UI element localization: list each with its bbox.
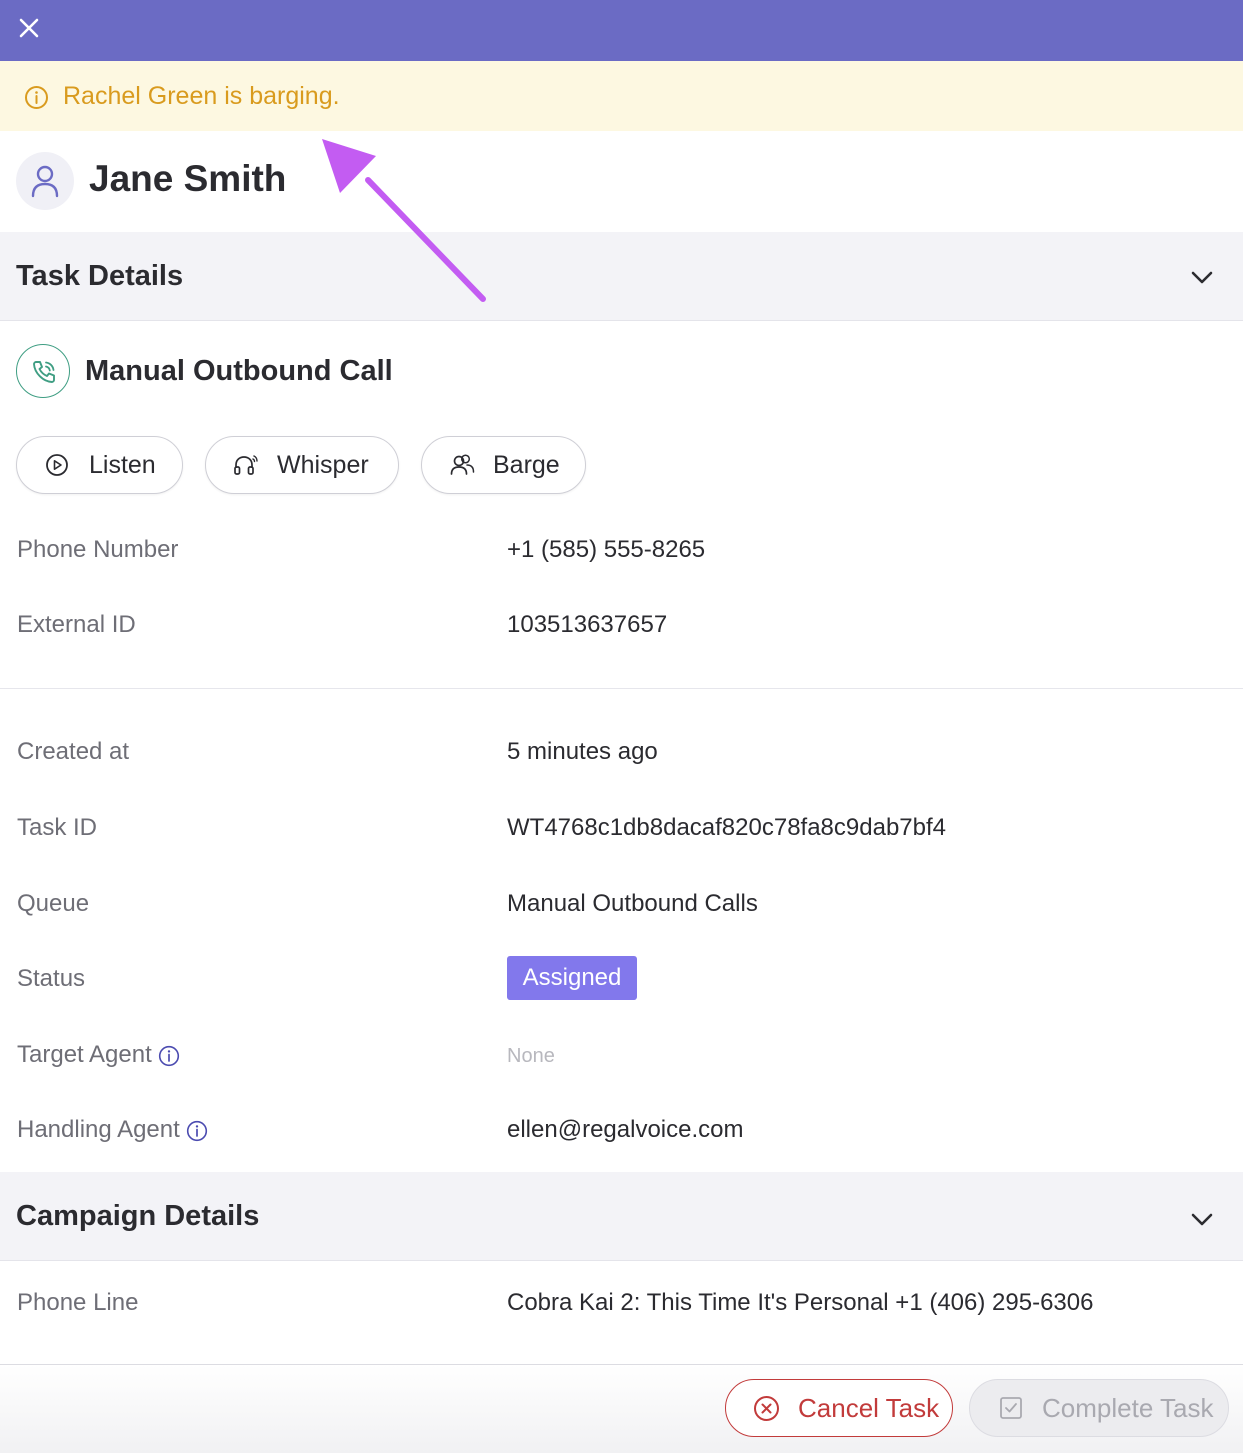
task-id-value: WT4768c1db8dacaf820c78fa8c9dab7bf4 — [507, 814, 947, 841]
banner-message: Rachel Green is barging. — [63, 82, 340, 110]
external-id-value: 103513637657 — [507, 611, 668, 638]
users-icon — [450, 454, 475, 475]
phone-call-icon — [33, 361, 55, 383]
target-agent-row-label: Target Agent — [17, 1041, 180, 1069]
divider — [0, 688, 1243, 689]
barge-button[interactable]: Barge — [421, 436, 586, 494]
cancel-task-label: Cancel Task — [798, 1393, 940, 1423]
info-circle-icon — [25, 86, 48, 109]
phone-number-label: Phone Number — [17, 536, 179, 563]
section-title: Task Details — [16, 260, 184, 292]
top-bar — [0, 0, 1243, 61]
phone-line-label: Phone Line — [17, 1289, 139, 1316]
play-circle-icon — [46, 454, 68, 476]
section-title: Campaign Details — [16, 1200, 260, 1232]
chevron-down-icon — [1191, 271, 1213, 284]
external-id-label: External ID — [17, 611, 136, 638]
listen-button[interactable]: Listen — [16, 436, 183, 494]
avatar — [16, 152, 74, 210]
close-button[interactable] — [14, 13, 44, 43]
status-badge: Assigned — [507, 956, 637, 1000]
task-details-header[interactable]: Task Details — [0, 232, 1243, 321]
status-label: Status — [17, 965, 86, 992]
phone-line-value: Cobra Kai 2: This Time It's Personal +1 … — [507, 1289, 1094, 1316]
whisper-button[interactable]: Whisper — [205, 436, 399, 494]
task-id-label: Task ID — [17, 814, 98, 841]
checkbox-icon — [1000, 1397, 1022, 1419]
task-type-icon — [16, 344, 70, 398]
listen-label: Listen — [89, 451, 156, 479]
chevron-down-icon — [1191, 1213, 1213, 1226]
headset-icon — [234, 455, 258, 475]
complete-task-label: Complete Task — [1042, 1393, 1214, 1423]
target-agent-label: Target Agent — [17, 1041, 152, 1068]
whisper-label: Whisper — [277, 451, 369, 479]
info-circle-icon[interactable] — [158, 1045, 180, 1067]
target-agent-value: None — [507, 1045, 555, 1067]
campaign-details-header[interactable]: Campaign Details — [0, 1172, 1243, 1261]
contact-name: Jane Smith — [89, 158, 287, 199]
created-at-value: 5 minutes ago — [507, 738, 658, 765]
info-circle-icon[interactable] — [186, 1120, 208, 1142]
handling-agent-label: Handling Agent — [17, 1116, 180, 1143]
close-icon — [19, 18, 39, 38]
queue-value: Manual Outbound Calls — [507, 890, 758, 917]
user-icon — [31, 165, 59, 198]
x-circle-icon — [754, 1396, 779, 1421]
queue-label: Queue — [17, 890, 90, 917]
created-at-label: Created at — [17, 738, 130, 765]
task-type-title: Manual Outbound Call — [85, 355, 393, 387]
barge-label: Barge — [493, 451, 560, 479]
complete-task-button[interactable]: Complete Task — [969, 1379, 1229, 1437]
phone-number-value: +1 (585) 555-8265 — [507, 536, 706, 563]
handling-agent-value: ellen@regalvoice.com — [507, 1116, 744, 1143]
cancel-task-button[interactable]: Cancel Task — [725, 1379, 953, 1437]
handling-agent-row-label: Handling Agent — [17, 1116, 208, 1144]
